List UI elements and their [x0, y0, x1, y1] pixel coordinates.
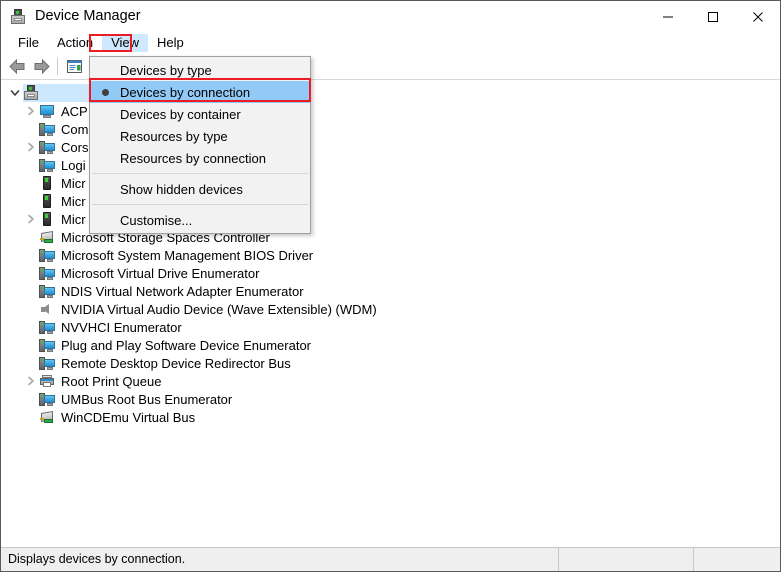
radio-slot: [90, 125, 120, 147]
monitor-icon: [39, 103, 55, 119]
maximize-button[interactable]: [690, 1, 735, 32]
menu-action[interactable]: Action: [48, 34, 102, 52]
chevron-right-icon[interactable]: [23, 102, 39, 120]
radio-slot: [90, 147, 120, 169]
radio-selected-icon: [101, 88, 109, 96]
tree-row-label: WinCDEmu Virtual Bus: [61, 409, 196, 425]
computer-icon: [39, 157, 55, 173]
device-icon: [39, 211, 55, 227]
tree-row[interactable]: NDIS Virtual Network Adapter Enumerator: [1, 282, 780, 300]
printer-icon: [39, 373, 55, 389]
chevron-down-icon[interactable]: [7, 84, 23, 102]
title-bar: Device Manager: [1, 1, 780, 32]
menu-item-customise[interactable]: Customise...: [90, 209, 310, 231]
tree-row-label: UMBus Root Bus Enumerator: [61, 391, 233, 407]
tree-row-label: NVIDIA Virtual Audio Device (Wave Extens…: [61, 301, 377, 317]
chevron-right-icon[interactable]: [23, 210, 39, 228]
tree-row-label: ACP: [61, 103, 88, 119]
tree-row[interactable]: WinCDEmu Virtual Bus: [1, 408, 780, 426]
toolbar-separator: [57, 57, 58, 75]
menu-view[interactable]: View: [102, 33, 149, 52]
storage-controller-icon: [39, 409, 55, 425]
chevron-right-icon[interactable]: [23, 138, 39, 156]
computer-icon: [39, 139, 55, 155]
tree-row-label: Cors: [61, 139, 89, 155]
computer-icon: [39, 265, 55, 281]
menu-separator: [92, 173, 308, 174]
radio-slot: [90, 178, 120, 200]
device-manager-window: Device Manager File Action View Help ACP…: [0, 0, 781, 572]
tree-row[interactable]: Microsoft Virtual Drive Enumerator: [1, 264, 780, 282]
maximize-icon: [707, 11, 718, 22]
tree-row-label: Microsoft System Management BIOS Driver: [61, 247, 314, 263]
window-title: Device Manager: [35, 8, 141, 25]
status-message: Displays devices by connection.: [8, 552, 186, 567]
computer-icon: [39, 355, 55, 371]
device-manager-icon: [10, 8, 26, 25]
back-button[interactable]: [5, 55, 29, 78]
tree-row-label: NVVHCI Enumerator: [61, 319, 182, 335]
tree-row-label: Microsoft Virtual Drive Enumerator: [61, 265, 260, 281]
arrow-right-icon: [34, 58, 50, 74]
menu-separator: [92, 204, 308, 205]
menu-item-devices-by-connection[interactable]: Devices by connection: [90, 81, 310, 103]
tree-row[interactable]: NVIDIA Virtual Audio Device (Wave Extens…: [1, 300, 780, 318]
computer-icon: [39, 319, 55, 335]
tree-row-label: NDIS Virtual Network Adapter Enumerator: [61, 283, 304, 299]
tree-row[interactable]: Root Print Queue: [1, 372, 780, 390]
tree-row-label: Remote Desktop Device Redirector Bus: [61, 355, 291, 371]
status-pane-message: Displays devices by connection.: [1, 548, 559, 571]
radio-slot: [90, 81, 120, 103]
tree-row-label: Logi: [61, 157, 86, 173]
tree-row[interactable]: UMBus Root Bus Enumerator: [1, 390, 780, 408]
tree-row[interactable]: Remote Desktop Device Redirector Bus: [1, 354, 780, 372]
radio-slot: [90, 103, 120, 125]
arrow-left-icon: [8, 58, 24, 74]
radio-slot: [90, 59, 120, 81]
root-device-icon: [23, 85, 39, 101]
minimize-icon: [662, 16, 673, 17]
computer-icon: [39, 121, 55, 137]
menu-item-resources-by-type[interactable]: Resources by type: [90, 125, 310, 147]
tree-row-label: Plug and Play Software Device Enumerator: [61, 337, 312, 353]
tree-row-label: Micr: [61, 193, 86, 209]
menu-item-devices-by-container[interactable]: Devices by container: [90, 103, 310, 125]
computer-icon: [39, 283, 55, 299]
menu-item-resources-by-connection[interactable]: Resources by connection: [90, 147, 310, 169]
minimize-button[interactable]: [645, 1, 690, 32]
forward-button[interactable]: [29, 55, 53, 78]
view-dropdown-menu: Devices by type Devices by connection De…: [89, 56, 311, 234]
computer-icon: [39, 247, 55, 263]
menu-bar: File Action View Help: [1, 32, 780, 53]
tree-row[interactable]: Plug and Play Software Device Enumerator: [1, 336, 780, 354]
device-icon: [39, 193, 55, 209]
menu-item-devices-by-type[interactable]: Devices by type: [90, 59, 310, 81]
tree-row[interactable]: Microsoft System Management BIOS Driver: [1, 246, 780, 264]
storage-controller-icon: [39, 229, 55, 245]
computer-icon: [39, 337, 55, 353]
computer-icon: [39, 391, 55, 407]
close-button[interactable]: [735, 1, 780, 32]
window-controls: [645, 1, 780, 32]
properties-button[interactable]: [62, 55, 86, 78]
tree-row-label: Com: [61, 121, 89, 137]
properties-icon: [66, 59, 82, 73]
status-bar: Displays devices by connection.: [1, 547, 780, 571]
menu-item-show-hidden-devices[interactable]: Show hidden devices: [90, 178, 310, 200]
device-icon: [39, 175, 55, 191]
close-icon: [752, 11, 763, 22]
menu-file[interactable]: File: [9, 34, 48, 52]
tree-row[interactable]: NVVHCI Enumerator: [1, 318, 780, 336]
tree-row-label: Micr: [61, 175, 86, 191]
tree-row-label: Root Print Queue: [61, 373, 162, 389]
menu-help[interactable]: Help: [148, 34, 193, 52]
status-pane-tertiary: [694, 548, 780, 571]
tree-row-label: Micr: [61, 211, 86, 227]
status-pane-secondary: [559, 548, 694, 571]
radio-slot: [90, 209, 120, 231]
speaker-icon: [39, 301, 55, 317]
chevron-right-icon[interactable]: [23, 372, 39, 390]
